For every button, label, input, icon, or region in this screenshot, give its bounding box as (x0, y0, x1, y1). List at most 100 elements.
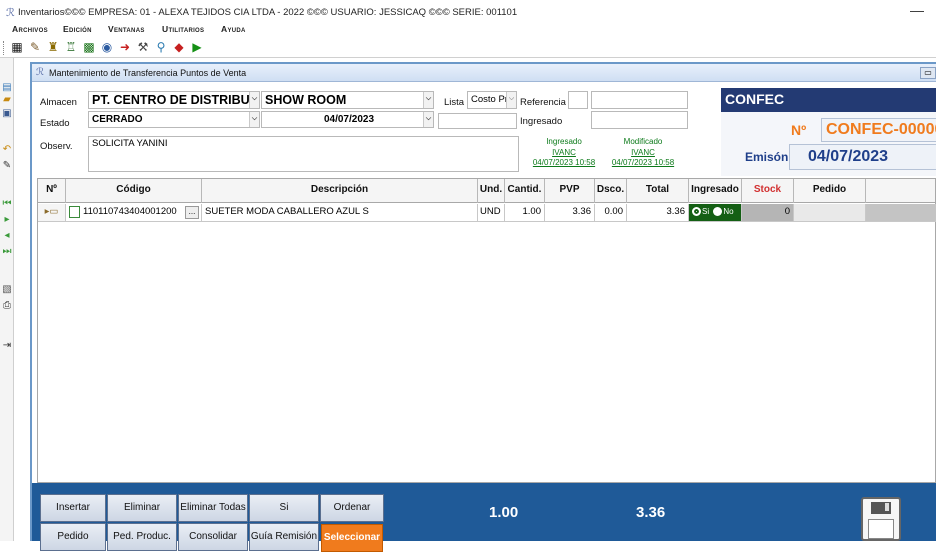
edit-icon[interactable]: ✎ (1, 160, 13, 172)
ped-produc-button[interactable]: Ped. Produc. (107, 523, 177, 551)
database-icon[interactable]: ◉ (100, 40, 114, 54)
consolidar-button[interactable]: Consolidar (178, 523, 248, 551)
window-logo-icon: ℛ (36, 67, 44, 78)
lista-value: Costo Pr (471, 94, 508, 105)
table-row[interactable]: ▸▭ 110110743404001200 ... SUETER MODA CA… (38, 204, 936, 222)
ingresado-input[interactable] (591, 111, 688, 129)
col-header-und[interactable]: Und. (478, 179, 505, 203)
bank-icon[interactable]: ♖ (64, 40, 78, 54)
eliminar-button[interactable]: Eliminar (107, 494, 177, 522)
col-header-cantidad[interactable]: Cantid. (505, 179, 545, 203)
estado-select[interactable]: CERRADO ⌵ (88, 111, 260, 128)
ordenar-button[interactable]: Ordenar (320, 494, 384, 522)
items-grid[interactable]: Nº Código Descripción Und. Cantid. PVP D… (37, 178, 936, 483)
app-logo-icon: ℛ (6, 7, 15, 19)
cantidad-cell[interactable]: 1.00 (505, 204, 545, 222)
preview-icon[interactable]: ▧ (1, 284, 13, 296)
col-header-dscto[interactable]: Dsco. (595, 179, 627, 203)
ingresado-cell[interactable]: Si No (689, 204, 742, 222)
print-icon[interactable]: ⎙ (1, 300, 13, 312)
eliminar-todas-button[interactable]: Eliminar Todas (178, 494, 248, 522)
chevron-down-icon[interactable]: ⌵ (423, 92, 433, 108)
floppy-shutter (885, 503, 889, 511)
menu-ventanas[interactable]: Ventanas (108, 24, 145, 34)
stock-cell: 0 (742, 204, 794, 222)
almacen-destino-select[interactable]: SHOW ROOM ⌵ (261, 91, 434, 109)
dscto-cell[interactable]: 0.00 (595, 204, 627, 222)
next-icon[interactable]: ▶ (190, 40, 204, 54)
observ-textarea[interactable]: SOLICITA YANINI (88, 136, 519, 172)
chevron-down-icon[interactable]: ⌵ (249, 112, 259, 127)
lista-extra-input[interactable] (438, 113, 517, 129)
col-header-pvp[interactable]: PVP (545, 179, 595, 203)
last-record-icon[interactable]: ⏭ (1, 246, 13, 258)
und-cell[interactable]: UND (478, 204, 505, 222)
referencia-prefix-input[interactable] (568, 91, 588, 109)
search-icon[interactable]: ⚲ (154, 40, 168, 54)
estado-value: CERRADO (92, 114, 143, 125)
pedido-button[interactable]: Pedido (40, 523, 106, 551)
radio-si[interactable] (692, 207, 701, 216)
col-header-stock[interactable]: Stock (742, 179, 794, 203)
window-minimize-button[interactable]: ▭ (920, 67, 936, 79)
insertar-button[interactable]: Insertar (40, 494, 106, 522)
col-header-ingresado[interactable]: Ingresado (689, 179, 742, 203)
modificado-caption: Modificado (623, 137, 663, 146)
save-button[interactable] (861, 497, 901, 541)
tools-icon[interactable]: ⚒ (136, 40, 150, 54)
col-header-codigo[interactable]: Código (66, 179, 202, 203)
pedido-cell[interactable] (794, 204, 866, 222)
fecha-picker[interactable]: 04/07/2023 ⌵ (261, 111, 434, 128)
codigo-lookup-button[interactable]: ... (185, 206, 199, 219)
money-icon[interactable]: ♜ (46, 40, 60, 54)
row-selector[interactable]: ▸▭ (38, 204, 66, 222)
side-toolbar: ▤ ▰ ▣ ↶ ✎ ⏮ ▸ ◂ ⏭ ▧ ⎙ ⇥ (0, 58, 14, 541)
chevron-down-icon[interactable]: ⌵ (423, 112, 433, 127)
col-header-pedido[interactable]: Pedido (794, 179, 866, 203)
radio-no[interactable] (713, 207, 723, 216)
notes-icon[interactable]: ✎ (28, 40, 42, 54)
calculator-icon[interactable]: ▩ (82, 40, 96, 54)
first-record-icon[interactable]: ⏮ (1, 198, 13, 210)
window-title: Mantenimiento de Transferencia Puntos de… (49, 68, 247, 78)
modificado-user: IVANC (631, 148, 655, 157)
col-header-no[interactable]: Nº (38, 179, 66, 203)
chevron-down-icon[interactable]: ⌵ (249, 92, 259, 108)
guia-remision-button[interactable]: Guía Remisión (249, 523, 319, 551)
total-cell[interactable]: 3.36 (627, 204, 689, 222)
seleccionar-button[interactable]: Seleccionar (321, 524, 383, 552)
referencia-input[interactable] (591, 91, 688, 109)
open-folder-icon[interactable]: ▰ (1, 94, 13, 106)
radio-no-label: No (723, 207, 734, 216)
codigo-cell[interactable]: 110110743404001200 ... (66, 204, 202, 222)
back-icon[interactable]: ◆ (172, 40, 186, 54)
next-record-icon[interactable]: ◂ (1, 230, 13, 242)
exit-icon[interactable]: ⇥ (1, 340, 13, 352)
grid-icon[interactable]: ▦ (10, 40, 24, 54)
si-button[interactable]: Si (249, 494, 319, 522)
lista-select[interactable]: Costo Pr ⌵ (467, 91, 517, 109)
undo-icon[interactable]: ↶ (1, 144, 13, 156)
ingresado-date: 04/07/2023 10:58 (532, 158, 596, 167)
col-header-descripcion[interactable]: Descripción (202, 179, 478, 203)
transfer-icon[interactable]: ➜ (118, 40, 132, 54)
radio-si-label: Si (702, 207, 710, 216)
ingresado-caption: Ingresado (546, 137, 582, 146)
pvp-cell[interactable]: 3.36 (545, 204, 595, 222)
descripcion-cell[interactable]: SUETER MODA CABALLERO AZUL S (202, 204, 478, 222)
chevron-down-icon[interactable]: ⌵ (506, 92, 516, 108)
minimize-button[interactable]: — (910, 2, 924, 18)
emision-field[interactable]: 04/07/2023 (789, 144, 936, 170)
menu-utilitarios[interactable]: Utilitarios (162, 24, 204, 34)
col-header-total[interactable]: Total (627, 179, 689, 203)
row-checkbox[interactable] (69, 206, 80, 218)
menu-ayuda[interactable]: Ayuda (221, 24, 246, 34)
total-cantidad: 1.00 (489, 504, 519, 521)
new-doc-icon[interactable]: ▤ (1, 82, 13, 94)
previous-record-icon[interactable]: ▸ (1, 214, 13, 226)
menu-bar: Archivos Edición Ventanas Utilitarios Ay… (0, 22, 936, 38)
almacen-origen-select[interactable]: PT. CENTRO DE DISTRIBU ⌵ (88, 91, 260, 109)
menu-edicion[interactable]: Edición (63, 24, 92, 34)
menu-archivos[interactable]: Archivos (12, 24, 48, 34)
save-icon[interactable]: ▣ (1, 108, 13, 120)
